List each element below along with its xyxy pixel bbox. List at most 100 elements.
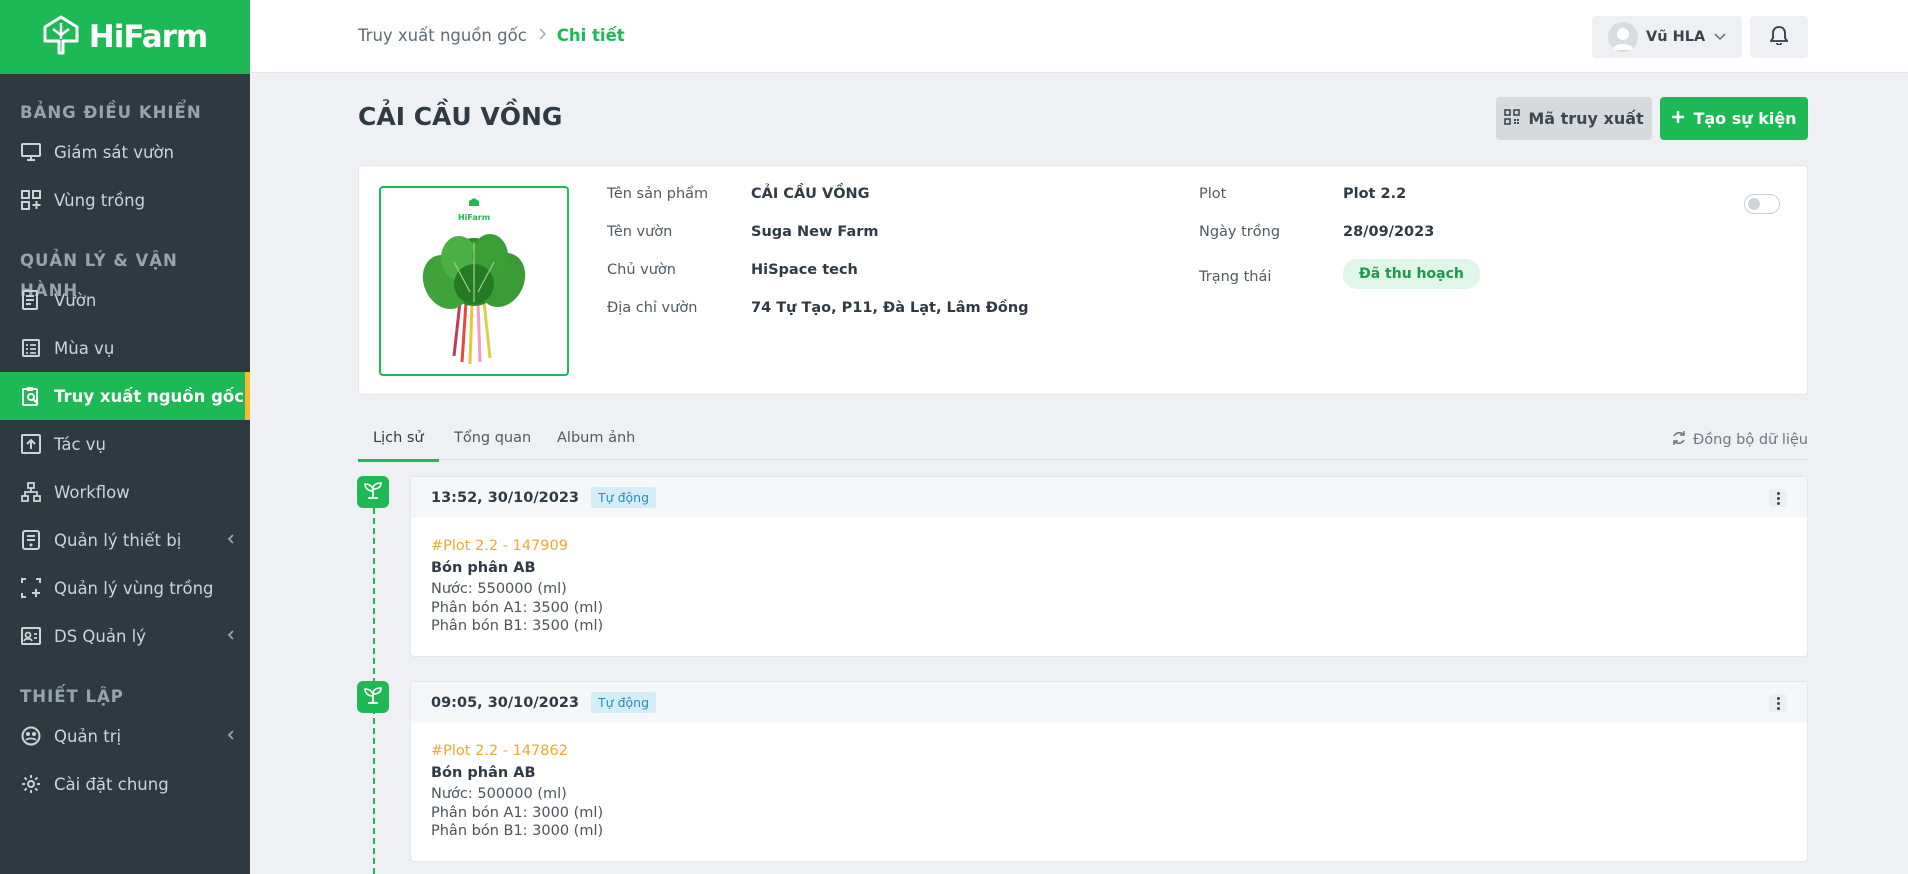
sidebar-item-manager-list[interactable]: DS Quản lý	[0, 612, 250, 660]
sidebar-item-garden[interactable]: Vườn	[0, 276, 250, 324]
tree-logo-icon	[43, 15, 79, 59]
history-event: 13:52, 30/10/2023 Tự động #Plot 2.2 - 14…	[410, 476, 1808, 657]
product-image: HiFarm	[379, 186, 569, 376]
page-title: CẢI CẦU VỒNG	[358, 102, 563, 131]
list-icon	[20, 337, 42, 359]
status-value-wrap: Đã thu hoạch	[1343, 259, 1480, 289]
sidebar-item-zone-management[interactable]: Quản lý vùng trồng	[0, 564, 250, 612]
gear-icon	[20, 773, 42, 795]
sprout-icon	[364, 686, 382, 708]
avatar	[1608, 22, 1638, 52]
plus-icon	[1671, 109, 1685, 128]
breadcrumb: Truy xuất nguồn gốc Chi tiết	[358, 26, 625, 45]
sidebar-item-label: Mùa vụ	[54, 338, 115, 358]
sidebar-item-label: Vườn	[54, 290, 97, 310]
logo[interactable]: HiFarm	[0, 0, 250, 74]
sidebar-item-growing-zone[interactable]: Vùng trồng	[0, 176, 250, 224]
sprout-icon	[364, 481, 382, 503]
hifarm-mini-logo-icon	[468, 194, 480, 213]
sync-data-button[interactable]: Đồng bộ dữ liệu	[1671, 430, 1808, 450]
event-title: Bón phân AB	[431, 765, 536, 781]
tab-history[interactable]: Lịch sử	[358, 430, 439, 462]
sidebar-item-label: Cài đặt chung	[54, 774, 169, 794]
breadcrumb-item-detail: Chi tiết	[556, 26, 625, 45]
sidebar-item-label: DS Quản lý	[54, 626, 147, 646]
create-event-button[interactable]: Tạo sự kiện	[1660, 97, 1808, 140]
area-select-icon	[20, 577, 42, 599]
field-value: 28/09/2023	[1343, 224, 1435, 240]
event-title: Bón phân AB	[431, 560, 536, 576]
field-value: HiSpace tech	[751, 262, 858, 278]
event-detail: Nước: 550000 (ml)	[431, 581, 567, 597]
sync-icon	[1671, 430, 1687, 450]
sidebar-item-garden-monitor[interactable]: Giám sát vườn	[0, 128, 250, 176]
user-menu[interactable]: Vũ HLA	[1592, 16, 1742, 58]
trace-code-button[interactable]: Mã truy xuất	[1496, 97, 1652, 140]
field-label: Ngày trồng	[1199, 224, 1281, 240]
visibility-toggle[interactable]	[1744, 194, 1780, 214]
sidebar-item-label: Tác vụ	[54, 434, 106, 454]
device-icon	[20, 529, 42, 551]
more-options-icon[interactable]	[1769, 694, 1787, 712]
sidebar-item-device-management[interactable]: Quản lý thiết bị	[0, 516, 250, 564]
sidebar-item-general-settings[interactable]: Cài đặt chung	[0, 760, 250, 808]
field-label: Địa chỉ vườn	[607, 300, 698, 316]
sidebar-item-traceability[interactable]: Truy xuất nguồn gốc	[0, 372, 250, 420]
sidebar-item-label: Vùng trồng	[54, 190, 146, 210]
workflow-icon	[20, 481, 42, 503]
notification-button[interactable]	[1750, 16, 1808, 58]
sidebar-item-workflow[interactable]: Workflow	[0, 468, 250, 516]
tab-overview[interactable]: Tổng quan	[454, 430, 531, 446]
more-options-icon[interactable]	[1769, 489, 1787, 507]
field-label: Tên sản phẩm	[607, 186, 709, 202]
event-detail: Phân bón A1: 3000 (ml)	[431, 804, 604, 821]
history-event: 09:05, 30/10/2023 Tự động #Plot 2.2 - 14…	[410, 681, 1808, 862]
image-brand: HiFarm	[457, 213, 491, 222]
timeline-marker	[357, 681, 389, 713]
field-value: Plot 2.2	[1343, 186, 1407, 202]
sidebar-item-season[interactable]: Mùa vụ	[0, 324, 250, 372]
detail-tabs: Lịch sử Tổng quan Album ảnh Đồng bộ dữ l…	[358, 425, 1808, 462]
clipboard-search-icon	[20, 385, 42, 407]
event-detail: Phân bón A1: 3500 (ml)	[431, 599, 604, 616]
event-detail: Nước: 500000 (ml)	[431, 786, 567, 802]
bell-icon	[1769, 25, 1789, 49]
topbar: Truy xuất nguồn gốc Chi tiết Vũ HLA	[250, 0, 1908, 73]
auto-badge: Tự động	[591, 692, 657, 713]
event-detail: Phân bón B1: 3000 (ml)	[431, 823, 604, 839]
sidebar-item-label: Giám sát vườn	[54, 142, 174, 162]
upload-box-icon	[20, 433, 42, 455]
rainbow-chard-illustration	[404, 222, 544, 376]
document-icon	[20, 289, 42, 311]
monitor-icon	[20, 141, 42, 163]
id-card-icon	[20, 625, 42, 647]
brand-name: HiFarm	[88, 19, 208, 55]
sidebar-item-label: Workflow	[54, 482, 130, 502]
section-title-settings: THIẾT LẬP	[20, 687, 124, 706]
sidebar-item-label: Quản trị	[54, 726, 122, 746]
sidebar-item-label: Quản lý vùng trồng	[54, 578, 214, 598]
breadcrumb-item-traceability[interactable]: Truy xuất nguồn gốc	[358, 26, 527, 45]
field-value: Suga New Farm	[751, 224, 879, 240]
sidebar-item-admin[interactable]: Quản trị	[0, 712, 250, 760]
tab-album[interactable]: Album ảnh	[557, 430, 635, 446]
event-detail: Phân bón B1: 3500 (ml)	[431, 618, 604, 634]
admin-icon	[20, 725, 42, 747]
section-title-operations: QUẢN LÝ & VẬN HÀNH	[20, 251, 178, 300]
status-badge: Đã thu hoạch	[1343, 259, 1480, 289]
event-code[interactable]: #Plot 2.2 - 147862	[431, 743, 1787, 759]
grid-plus-icon	[20, 189, 42, 211]
field-label: Chủ vườn	[607, 262, 676, 278]
user-name: Vũ HLA	[1646, 29, 1706, 45]
sidebar: HiFarm BẢNG ĐIỀU KHIỂN Giám sát vườn Vùn…	[0, 0, 250, 874]
qr-code-icon	[1504, 108, 1521, 129]
sidebar-item-label: Truy xuất nguồn gốc	[54, 386, 245, 406]
event-time: 09:05, 30/10/2023	[431, 694, 580, 711]
event-header: 13:52, 30/10/2023 Tự động	[411, 477, 1807, 518]
sidebar-item-tasks[interactable]: Tác vụ	[0, 420, 250, 468]
event-header: 09:05, 30/10/2023 Tự động	[411, 682, 1807, 723]
auto-badge: Tự động	[591, 487, 657, 508]
product-info-card: HiFarm Tên sản phẩm CẢI CẦU VỒNG Tên vườ…	[358, 165, 1808, 395]
field-value: 74 Tự Tạo, P11, Đà Lạt, Lâm Đồng	[751, 300, 1029, 316]
event-code[interactable]: #Plot 2.2 - 147909	[431, 538, 1787, 554]
